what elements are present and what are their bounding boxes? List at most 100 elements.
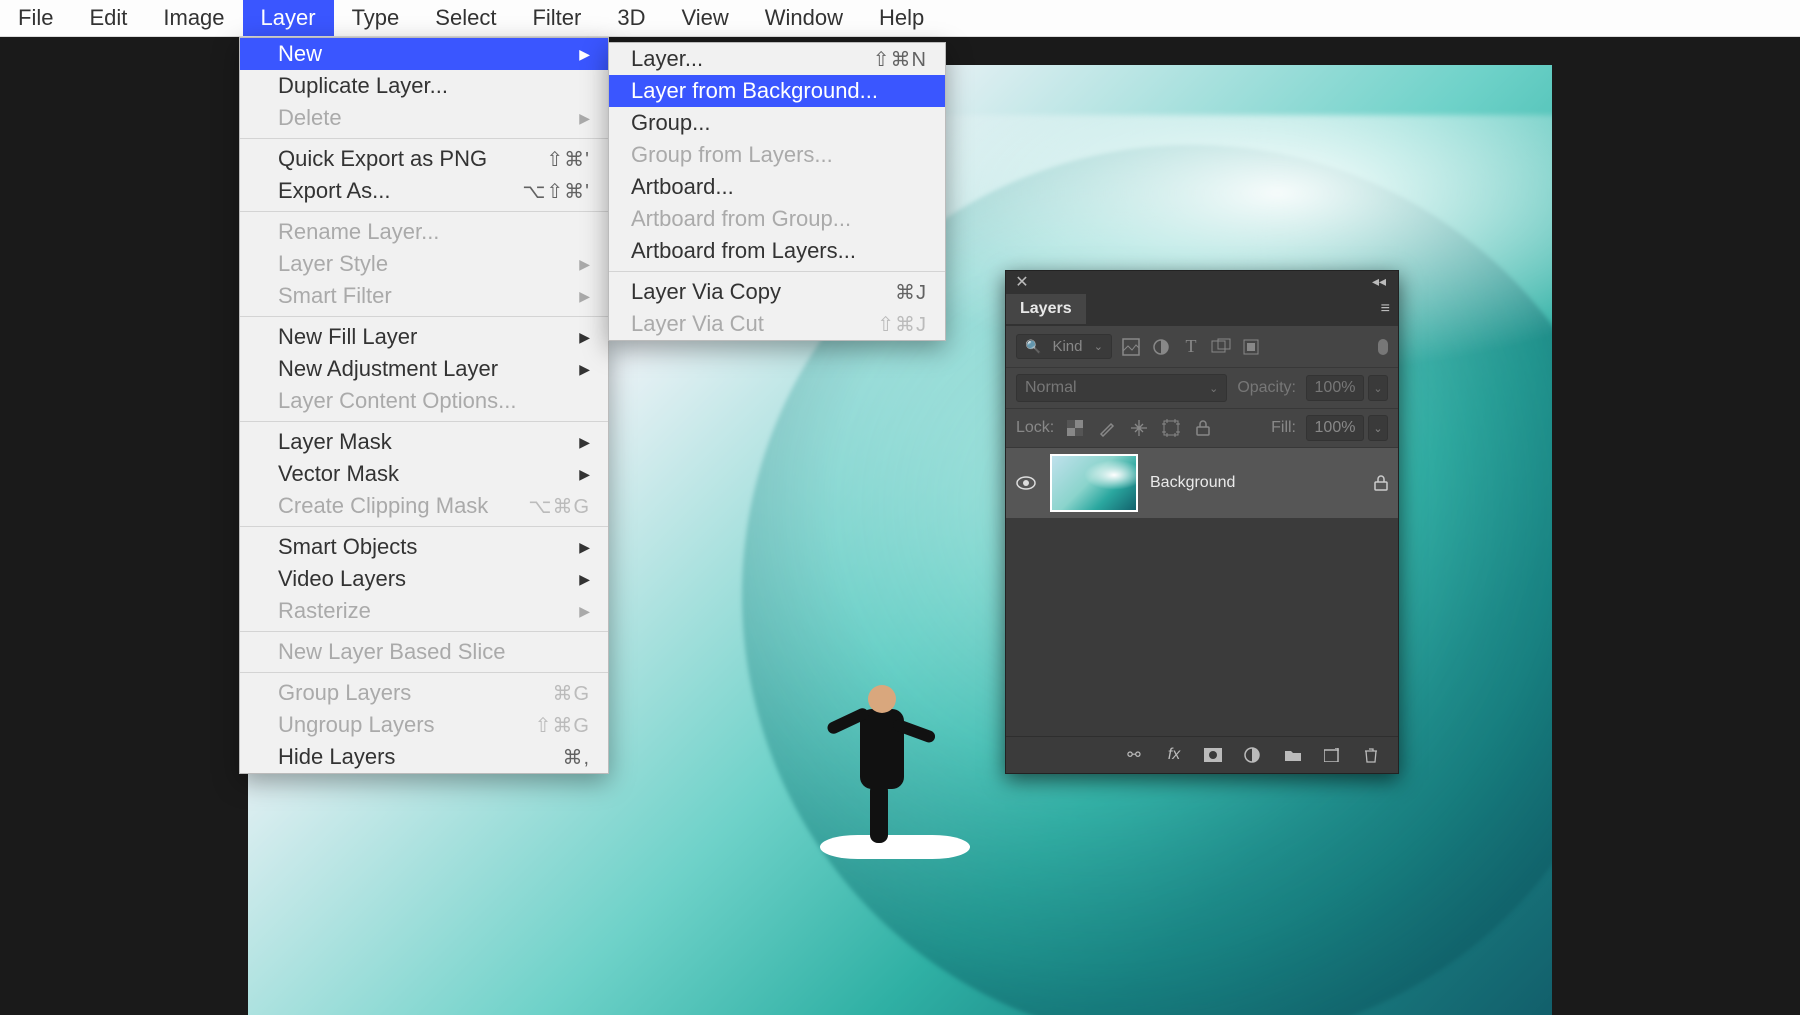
menubar-item-view[interactable]: View xyxy=(663,0,746,36)
lock-artboard-icon[interactable] xyxy=(1160,417,1182,439)
submenu-arrow-icon: ▶ xyxy=(579,329,590,346)
new-submenu-separator xyxy=(609,271,945,272)
menu-item-shortcut: ⇧⌘J xyxy=(877,312,927,337)
menu-item-label: Layer Via Cut xyxy=(631,311,877,337)
menu-item-label: Rename Layer... xyxy=(278,219,590,245)
layer-menu-item-quick-export-as-png[interactable]: Quick Export as PNG⇧⌘' xyxy=(240,143,608,175)
submenu-arrow-icon: ▶ xyxy=(579,361,590,378)
new-submenu-item-layer-via-copy[interactable]: Layer Via Copy⌘J xyxy=(609,276,945,308)
fill-field[interactable]: 100% xyxy=(1306,415,1364,441)
new-submenu-item-layer-via-cut: Layer Via Cut⇧⌘J xyxy=(609,308,945,340)
link-layers-icon[interactable]: ⚯ xyxy=(1124,745,1144,765)
menubar-item-window[interactable]: Window xyxy=(747,0,861,36)
layer-thumbnail[interactable] xyxy=(1050,454,1138,512)
layer-menu-separator xyxy=(240,211,608,212)
menu-item-label: Video Layers xyxy=(278,566,571,592)
new-submenu-item-group[interactable]: Group... xyxy=(609,107,945,139)
menubar-item-image[interactable]: Image xyxy=(145,0,242,36)
layer-menu-item-vector-mask[interactable]: Vector Mask▶ xyxy=(240,458,608,490)
layer-menu-item-new-adjustment-layer[interactable]: New Adjustment Layer▶ xyxy=(240,353,608,385)
menu-item-label: Layer... xyxy=(631,46,873,72)
group-icon[interactable] xyxy=(1284,748,1304,762)
filter-smart-icon[interactable] xyxy=(1240,336,1262,358)
filter-toggle[interactable] xyxy=(1378,339,1388,355)
layer-menu-item-layer-mask[interactable]: Layer Mask▶ xyxy=(240,426,608,458)
lock-pixels-icon[interactable] xyxy=(1096,417,1118,439)
menubar-item-select[interactable]: Select xyxy=(417,0,514,36)
menu-item-label: Hide Layers xyxy=(278,744,562,770)
menu-item-label: Ungroup Layers xyxy=(278,712,535,738)
layer-menu-item-new[interactable]: New ▶ xyxy=(240,38,608,70)
lock-all-icon[interactable] xyxy=(1192,417,1214,439)
filter-shape-icon[interactable] xyxy=(1210,336,1232,358)
layer-list: Background xyxy=(1006,448,1398,736)
menu-item-label: Artboard from Layers... xyxy=(631,238,927,264)
layers-tab[interactable]: Layers xyxy=(1006,294,1086,324)
blend-mode-label: Normal xyxy=(1025,379,1077,397)
menubar-item-type[interactable]: Type xyxy=(334,0,418,36)
filter-type-icon[interactable]: T xyxy=(1180,336,1202,358)
layer-menu-item-duplicate-layer[interactable]: Duplicate Layer... xyxy=(240,70,608,102)
menu-item-shortcut: ⌘, xyxy=(562,745,590,770)
collapse-icon[interactable]: ◂◂ xyxy=(1366,271,1392,292)
filter-pixel-icon[interactable] xyxy=(1120,336,1142,358)
new-submenu-item-layer[interactable]: Layer...⇧⌘N xyxy=(609,43,945,75)
menubar-item-file[interactable]: File xyxy=(0,0,71,36)
new-submenu-item-artboard[interactable]: Artboard... xyxy=(609,171,945,203)
menu-item-label: New Layer Based Slice xyxy=(278,639,590,665)
close-icon[interactable]: ✕ xyxy=(1012,272,1032,292)
layer-mask-icon[interactable] xyxy=(1204,748,1224,762)
filter-kind-select[interactable]: 🔍 Kind ⌄ xyxy=(1016,334,1112,359)
layer-menu-item-new-fill-layer[interactable]: New Fill Layer▶ xyxy=(240,321,608,353)
menu-item-shortcut: ⇧⌘N xyxy=(873,47,927,72)
menubar-item-filter[interactable]: Filter xyxy=(514,0,599,36)
opacity-field[interactable]: 100% xyxy=(1306,375,1364,401)
new-submenu-item-artboard-from-layers[interactable]: Artboard from Layers... xyxy=(609,235,945,267)
submenu-arrow-icon: ▶ xyxy=(579,603,590,620)
filter-adjust-icon[interactable] xyxy=(1150,336,1172,358)
delete-layer-icon[interactable] xyxy=(1364,747,1384,763)
menu-item-label: New xyxy=(278,41,571,67)
lock-transparency-icon[interactable] xyxy=(1064,417,1086,439)
layer-row-background[interactable]: Background xyxy=(1006,448,1398,518)
layer-menu: New▶Duplicate Layer...Delete▶Quick Expor… xyxy=(239,37,609,774)
lock-position-icon[interactable] xyxy=(1128,417,1150,439)
layer-style-icon[interactable]: fx xyxy=(1164,746,1184,764)
menubar-item-help[interactable]: Help xyxy=(861,0,942,36)
new-layer-icon[interactable] xyxy=(1324,748,1344,762)
layer-menu-item-group-layers: Group Layers⌘G xyxy=(240,677,608,709)
submenu-arrow-icon: ▶ xyxy=(579,434,590,451)
menu-item-label: Layer from Background... xyxy=(631,78,927,104)
menu-item-label: Artboard... xyxy=(631,174,927,200)
menubar-item-layer[interactable]: Layer xyxy=(243,0,334,36)
menubar-item-edit[interactable]: Edit xyxy=(71,0,145,36)
panel-menu-icon[interactable]: ≡ xyxy=(1373,296,1398,322)
layer-menu-item-hide-layers[interactable]: Hide Layers⌘, xyxy=(240,741,608,773)
submenu-arrow-icon: ▶ xyxy=(579,46,590,63)
menu-item-label: Create Clipping Mask xyxy=(278,493,528,519)
layer-menu-item-delete: Delete▶ xyxy=(240,102,608,134)
blend-mode-select[interactable]: Normal ⌄ xyxy=(1016,374,1227,402)
layer-menu-item-new-layer-based-slice: New Layer Based Slice xyxy=(240,636,608,668)
layers-panel[interactable]: ✕ ◂◂ Layers ≡ 🔍 Kind ⌄ T Normal ⌄ Opacit… xyxy=(1005,270,1399,774)
menu-item-label: Rasterize xyxy=(278,598,571,624)
layer-menu-item-smart-objects[interactable]: Smart Objects▶ xyxy=(240,531,608,563)
fill-dropdown[interactable]: ⌄ xyxy=(1368,415,1388,441)
menubar: FileEditImageLayerTypeSelectFilter3DView… xyxy=(0,0,1800,37)
submenu-arrow-icon: ▶ xyxy=(579,256,590,273)
adjustment-layer-icon[interactable] xyxy=(1244,747,1264,763)
layer-menu-item-export-as[interactable]: Export As...⌥⇧⌘' xyxy=(240,175,608,207)
layer-name[interactable]: Background xyxy=(1150,474,1362,492)
menubar-item-3d[interactable]: 3D xyxy=(599,0,663,36)
lock-icon[interactable] xyxy=(1374,475,1388,491)
menu-item-label: Delete xyxy=(278,105,571,131)
layer-menu-item-rasterize: Rasterize ▶ xyxy=(240,595,608,627)
layer-menu-separator xyxy=(240,421,608,422)
layer-menu-item-video-layers[interactable]: Video Layers▶ xyxy=(240,563,608,595)
layer-menu-item-rename-layer: Rename Layer... xyxy=(240,216,608,248)
opacity-dropdown[interactable]: ⌄ xyxy=(1368,375,1388,401)
menu-item-label: Group... xyxy=(631,110,927,136)
new-submenu-item-layer-from-background[interactable]: Layer from Background... xyxy=(609,75,945,107)
visibility-icon[interactable] xyxy=(1016,476,1038,490)
menu-item-shortcut: ⌘J xyxy=(895,280,927,305)
